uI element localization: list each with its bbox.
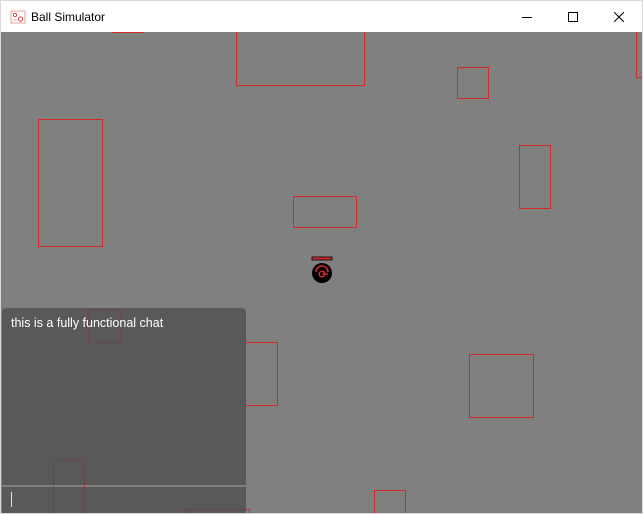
- chat-panel: this is a fully functional chat: [2, 308, 246, 485]
- chat-input[interactable]: [2, 487, 246, 513]
- player-ball: [311, 256, 333, 283]
- obstacle-box: [636, 32, 642, 78]
- text-caret: [11, 492, 12, 507]
- obstacle-box: [112, 32, 144, 33]
- window-title: Ball Simulator: [31, 10, 106, 24]
- game-canvas[interactable]: this is a fully functional chat: [1, 32, 642, 513]
- close-icon: [614, 11, 624, 22]
- close-button[interactable]: [596, 1, 642, 32]
- obstacle-box: [469, 354, 534, 418]
- ball-simulator-app-icon: [10, 10, 26, 24]
- obstacle-box: [293, 196, 357, 228]
- minimize-icon: [522, 16, 532, 18]
- obstacle-box: [457, 67, 489, 99]
- maximize-button[interactable]: [550, 1, 596, 32]
- obstacle-box: [374, 490, 406, 513]
- obstacle-box: [245, 342, 278, 406]
- chat-message: this is a fully functional chat: [11, 316, 164, 330]
- game-window: Ball Simulator this is a fully functiona…: [0, 0, 643, 514]
- minimize-button[interactable]: [504, 1, 550, 32]
- title-bar[interactable]: Ball Simulator: [1, 1, 642, 32]
- obstacle-box: [519, 145, 551, 209]
- obstacle-box: [38, 119, 103, 247]
- obstacle-box: [236, 32, 365, 86]
- maximize-icon: [568, 11, 578, 22]
